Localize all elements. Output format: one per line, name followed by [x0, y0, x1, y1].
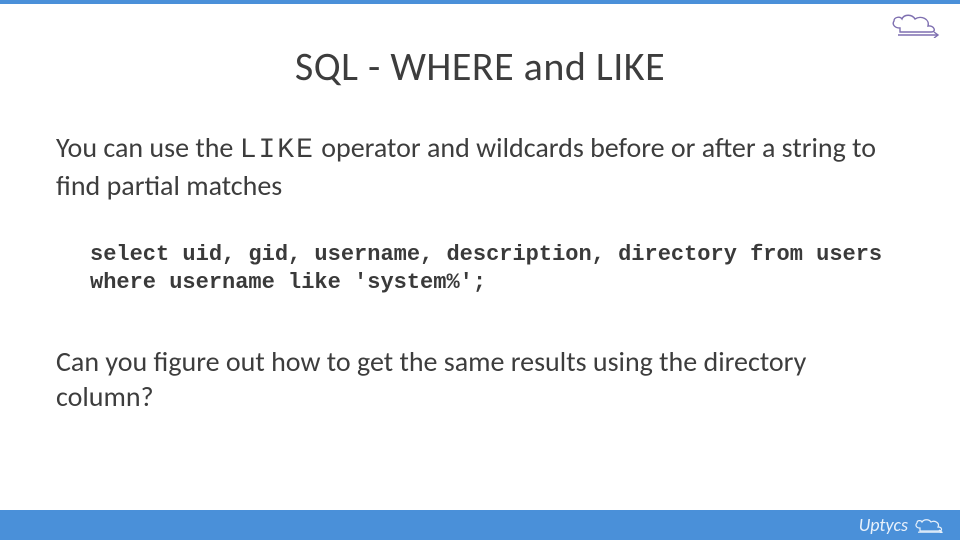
slide-title: SQL - WHERE and LIKE [0, 42, 960, 91]
question-paragraph: Can you figure out how to get the same r… [56, 344, 904, 414]
intro-text-pre: You can use the [56, 130, 240, 165]
cloud-icon [888, 10, 944, 38]
like-operator: LIKE [240, 135, 315, 166]
slide: SQL - WHERE and LIKE You can use the LIK… [0, 0, 960, 540]
brand-label: Uptycs [859, 514, 946, 536]
brand-text: Uptycs [859, 514, 908, 536]
top-accent-bar [0, 0, 960, 4]
sql-code-block: select uid, gid, username, description, … [90, 241, 904, 296]
footer-accent-bar [0, 510, 960, 540]
cloud-small-icon [912, 517, 946, 533]
intro-paragraph: You can use the LIKE operator and wildca… [56, 130, 904, 203]
slide-body: You can use the LIKE operator and wildca… [56, 130, 904, 414]
